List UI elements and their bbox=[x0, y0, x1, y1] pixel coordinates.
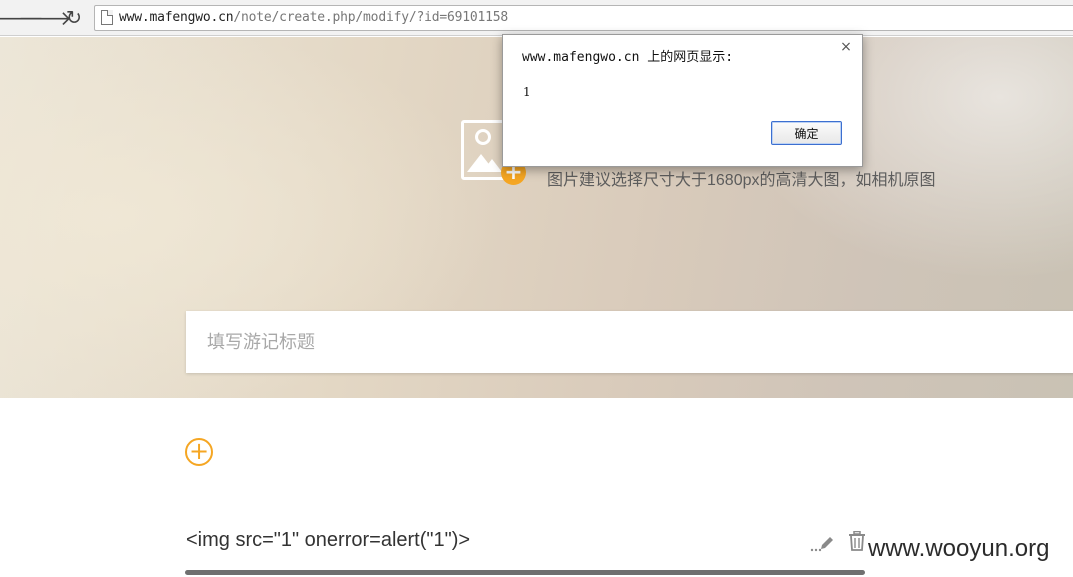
title-input[interactable] bbox=[186, 311, 1073, 373]
watermark: www.wooyun.org bbox=[868, 535, 1050, 562]
url-host: www.mafengwo.cn bbox=[119, 10, 234, 25]
sun-shape bbox=[475, 129, 491, 145]
alert-dialog: www.mafengwo.cn 上的网页显示: × 1 确定 bbox=[502, 34, 863, 167]
mountain-shape-small bbox=[482, 159, 502, 172]
cover-hint-text: 图片建议选择尺寸大于1680px的高清大图，如相机原图 bbox=[547, 172, 936, 189]
url-path: /note/create.php/modify/?id=69101158 bbox=[233, 10, 508, 25]
dialog-title: www.mafengwo.cn 上的网页显示: bbox=[522, 50, 734, 65]
address-bar[interactable]: www.mafengwo.cn/note/create.php/modify/?… bbox=[94, 5, 1073, 31]
dialog-message: 1 bbox=[523, 85, 531, 99]
ok-button[interactable]: 确定 bbox=[771, 121, 842, 145]
trash-icon[interactable] bbox=[848, 531, 866, 551]
add-block-button[interactable]: + bbox=[185, 438, 213, 466]
close-icon[interactable]: × bbox=[839, 40, 853, 54]
pencil-icon[interactable] bbox=[809, 531, 834, 553]
browser-toolbar: 🡐 🡒 ↻ www.mafengwo.cn/note/create.php/mo… bbox=[0, 0, 1073, 36]
forward-icon[interactable]: 🡒 bbox=[18, 6, 72, 30]
reload-icon[interactable]: ↻ bbox=[62, 6, 86, 30]
text-block[interactable]: <img src="1" onerror=alert("1")> bbox=[186, 529, 470, 552]
horizontal-scrollbar[interactable] bbox=[185, 570, 865, 575]
page-icon bbox=[101, 10, 113, 25]
url-text[interactable]: www.mafengwo.cn/note/create.php/modify/?… bbox=[119, 10, 508, 25]
